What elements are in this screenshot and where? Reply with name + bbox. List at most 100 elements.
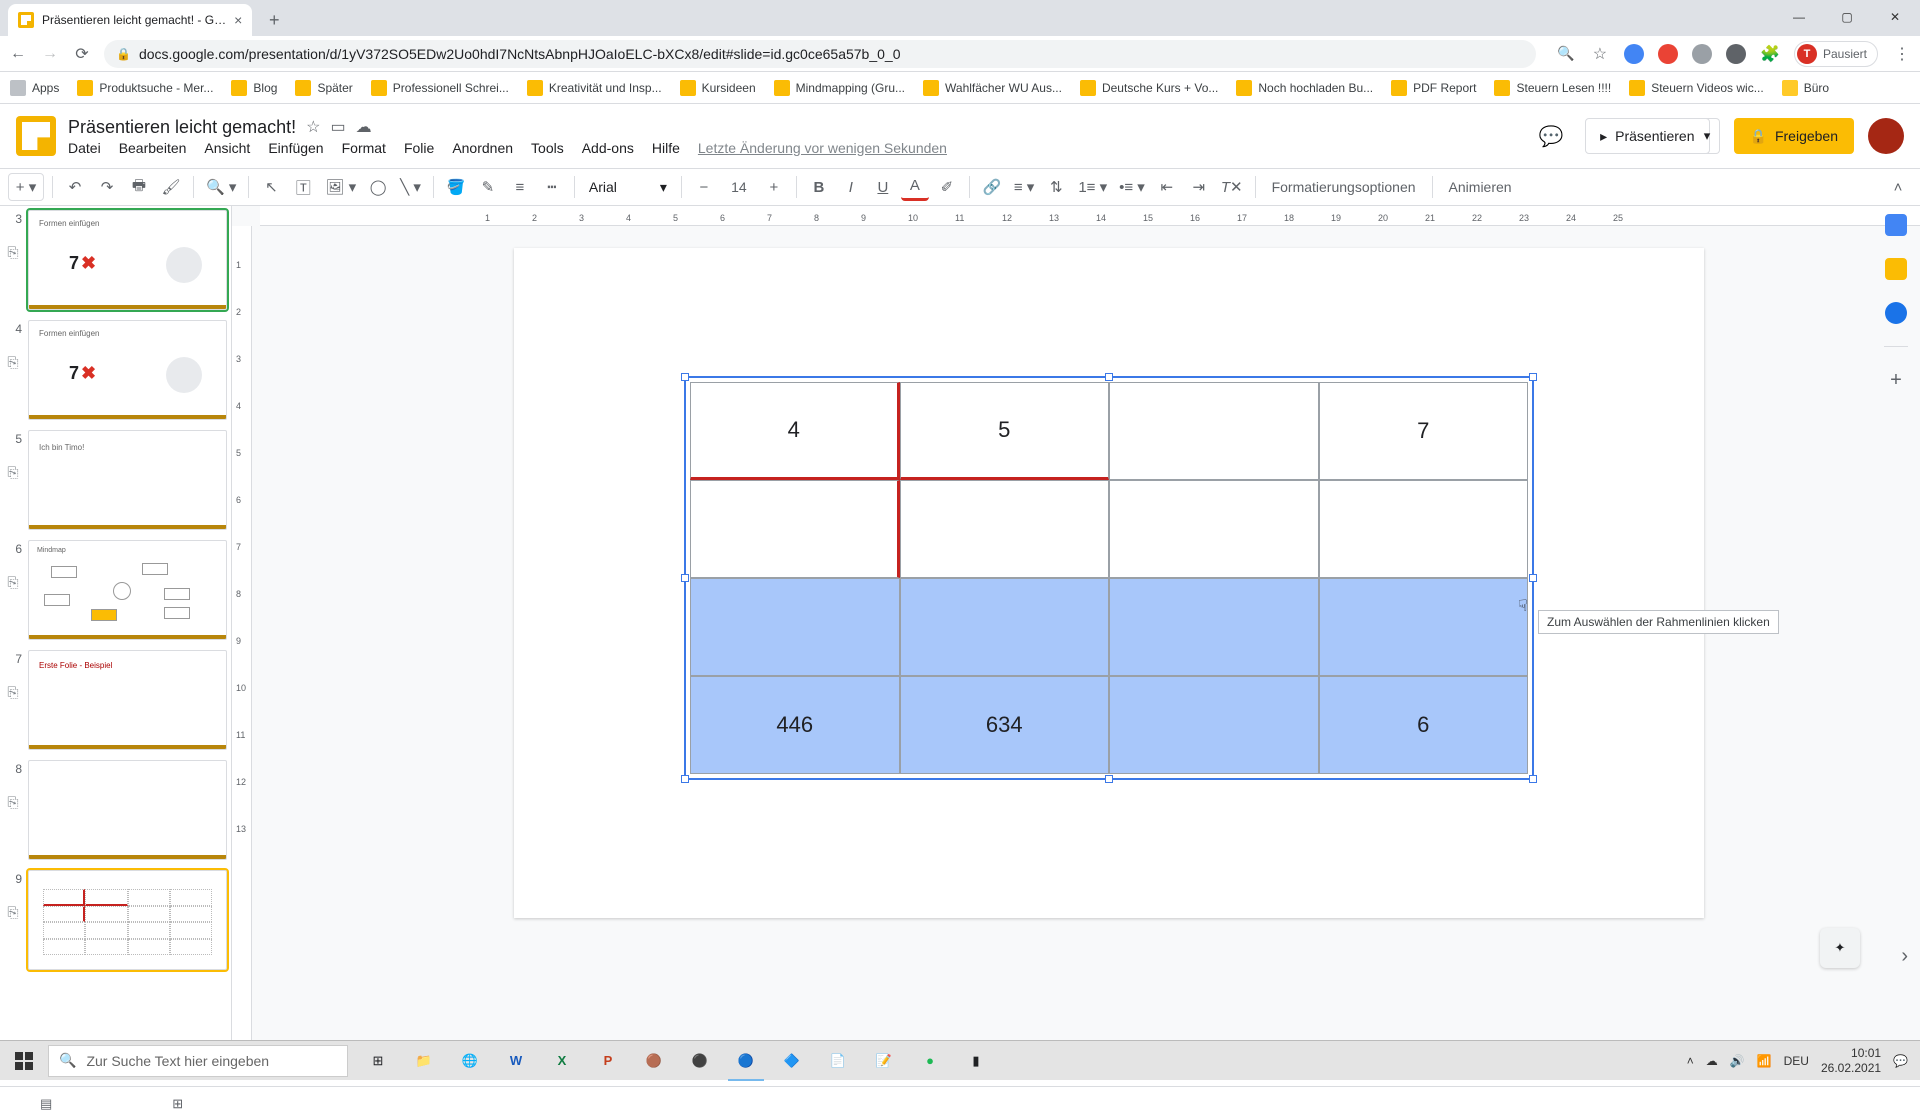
resize-handle[interactable]	[1105, 775, 1113, 783]
tasks-icon[interactable]	[1885, 302, 1907, 324]
border-weight-button[interactable]: ≡	[506, 173, 534, 201]
extension-icon[interactable]	[1658, 44, 1678, 64]
extensions-menu-icon[interactable]: 🧩	[1760, 44, 1780, 64]
add-panel-button[interactable]: +	[1890, 369, 1902, 392]
table-cell[interactable]	[1109, 382, 1319, 480]
border-dash-button[interactable]: ┅	[538, 173, 566, 201]
volume-icon[interactable]: 🔊	[1730, 1054, 1745, 1068]
menu-file[interactable]: Datei	[68, 140, 101, 156]
next-panel-button[interactable]: ›	[1901, 945, 1908, 968]
nav-back-button[interactable]: ←	[8, 44, 28, 64]
app-icon[interactable]: 🟤	[632, 1041, 676, 1081]
collapse-toolbar-button[interactable]: ˄	[1884, 173, 1912, 201]
slides-logo-icon[interactable]	[16, 116, 56, 156]
bold-button[interactable]: B	[805, 173, 833, 201]
table-cell[interactable]	[900, 480, 1110, 578]
redo-button[interactable]: ↷	[93, 173, 121, 201]
table-cell[interactable]: 7	[1319, 382, 1529, 480]
align-button[interactable]: ≡ ▾	[1010, 173, 1038, 201]
line-spacing-button[interactable]: ⇅	[1042, 173, 1070, 201]
animate-button[interactable]: Animieren	[1441, 179, 1520, 195]
share-button[interactable]: 🔒 Freigeben	[1734, 118, 1854, 154]
start-button[interactable]	[0, 1041, 48, 1081]
table-cell[interactable]	[1319, 578, 1529, 676]
slide-thumbnail-8[interactable]	[28, 760, 227, 860]
table-cell[interactable]: 5	[900, 382, 1110, 480]
paint-format-button[interactable]: 🖌	[157, 173, 185, 201]
bookmark-item[interactable]: Steuern Lesen !!!!	[1494, 80, 1611, 96]
app-icon[interactable]: ▮	[954, 1041, 998, 1081]
menu-tools[interactable]: Tools	[531, 140, 564, 156]
present-dropdown[interactable]: ▾	[1696, 118, 1720, 154]
slide-thumbnail-9[interactable]	[28, 870, 227, 970]
image-button[interactable]: 🖼 ▾	[321, 173, 360, 201]
nav-reload-button[interactable]: ⟳	[72, 44, 92, 64]
resize-handle[interactable]	[1529, 373, 1537, 381]
word-icon[interactable]: W	[494, 1041, 538, 1081]
table-cell[interactable]	[1109, 676, 1319, 774]
slide-thumbnail-4[interactable]: Formen einfügen 7✖	[28, 320, 227, 420]
bookmark-item[interactable]: Büro	[1782, 80, 1829, 96]
obs-icon[interactable]: ⚫	[678, 1041, 722, 1081]
table-cell[interactable]: 634	[900, 676, 1110, 774]
table-cell[interactable]	[1109, 480, 1319, 578]
bookmark-item[interactable]: Mindmapping (Gru...	[774, 80, 905, 96]
numbered-list-button[interactable]: 1≡ ▾	[1074, 173, 1111, 201]
border-color-button[interactable]: ✎	[474, 173, 502, 201]
window-maximize-button[interactable]: ▢	[1824, 2, 1870, 32]
bookmark-item[interactable]: Kursideen	[680, 80, 756, 96]
explore-button[interactable]: ✦	[1820, 928, 1860, 968]
fill-color-button[interactable]: 🪣	[442, 173, 470, 201]
resize-handle[interactable]	[1105, 373, 1113, 381]
bookmark-star-icon[interactable]: ☆	[1590, 44, 1610, 64]
font-size-input[interactable]: 14	[722, 173, 756, 201]
extension-icon[interactable]	[1624, 44, 1644, 64]
text-color-button[interactable]: A	[901, 173, 929, 201]
indent-increase-button[interactable]: ⇥	[1185, 173, 1213, 201]
profile-paused-chip[interactable]: T Pausiert	[1794, 41, 1878, 67]
bookmark-item[interactable]: Deutsche Kurs + Vo...	[1080, 80, 1218, 96]
revision-history-link[interactable]: Letzte Änderung vor wenigen Sekunden	[698, 140, 947, 156]
resize-handle[interactable]	[681, 775, 689, 783]
table[interactable]: 4 5 7 446 634 6	[690, 382, 1528, 774]
app-icon[interactable]: 📄	[816, 1041, 860, 1081]
slide-filmstrip[interactable]: 3⎘ Formen einfügen 7✖ 4⎘ Formen einfügen…	[0, 206, 232, 1040]
clock[interactable]: 10:01 26.02.2021	[1821, 1046, 1881, 1075]
grid-view-icon[interactable]: ⊞	[172, 1096, 183, 1112]
slide-canvas[interactable]: 4 5 7 446 634 6 ☟	[514, 248, 1704, 918]
menu-insert[interactable]: Einfügen	[268, 140, 323, 156]
star-icon[interactable]: ☆	[306, 117, 320, 137]
keep-icon[interactable]	[1885, 258, 1907, 280]
menu-view[interactable]: Ansicht	[204, 140, 250, 156]
excel-icon[interactable]: X	[540, 1041, 584, 1081]
zoom-icon[interactable]: 🔍	[1556, 44, 1576, 64]
slide-thumbnail-6[interactable]: Mindmap	[28, 540, 227, 640]
chrome-menu-icon[interactable]: ⋮	[1892, 44, 1912, 64]
window-close-button[interactable]: ✕	[1872, 2, 1918, 32]
browser-tab[interactable]: Präsentieren leicht gemacht! - G… ×	[8, 4, 252, 36]
table-cell[interactable]	[1319, 480, 1529, 578]
menu-help[interactable]: Hilfe	[652, 140, 680, 156]
spotify-icon[interactable]: ●	[908, 1041, 952, 1081]
bookmark-item[interactable]: Professionell Schrei...	[371, 80, 509, 96]
task-view-icon[interactable]: ⊞	[356, 1041, 400, 1081]
underline-button[interactable]: U	[869, 173, 897, 201]
bookmark-item[interactable]: Steuern Videos wic...	[1629, 80, 1764, 96]
account-avatar[interactable]	[1868, 118, 1904, 154]
resize-handle[interactable]	[1529, 574, 1537, 582]
table-cell[interactable]: 6	[1319, 676, 1529, 774]
url-field[interactable]: 🔒 docs.google.com/presentation/d/1yV372S…	[104, 40, 1536, 68]
undo-button[interactable]: ↶	[61, 173, 89, 201]
app-icon[interactable]: 📝	[862, 1041, 906, 1081]
tray-chevron-icon[interactable]: ˄	[1687, 1054, 1694, 1068]
menu-format[interactable]: Format	[342, 140, 386, 156]
edge-chromium-icon[interactable]: 🔷	[770, 1041, 814, 1081]
highlight-button[interactable]: ✐	[933, 173, 961, 201]
extension-icon[interactable]	[1726, 44, 1746, 64]
calendar-icon[interactable]	[1885, 214, 1907, 236]
indent-decrease-button[interactable]: ⇤	[1153, 173, 1181, 201]
table-cell[interactable]	[690, 480, 900, 578]
bulleted-list-button[interactable]: •≡ ▾	[1115, 173, 1149, 201]
present-button[interactable]: ▸ Präsentieren	[1585, 118, 1709, 154]
bookmark-item[interactable]: Blog	[231, 80, 277, 96]
